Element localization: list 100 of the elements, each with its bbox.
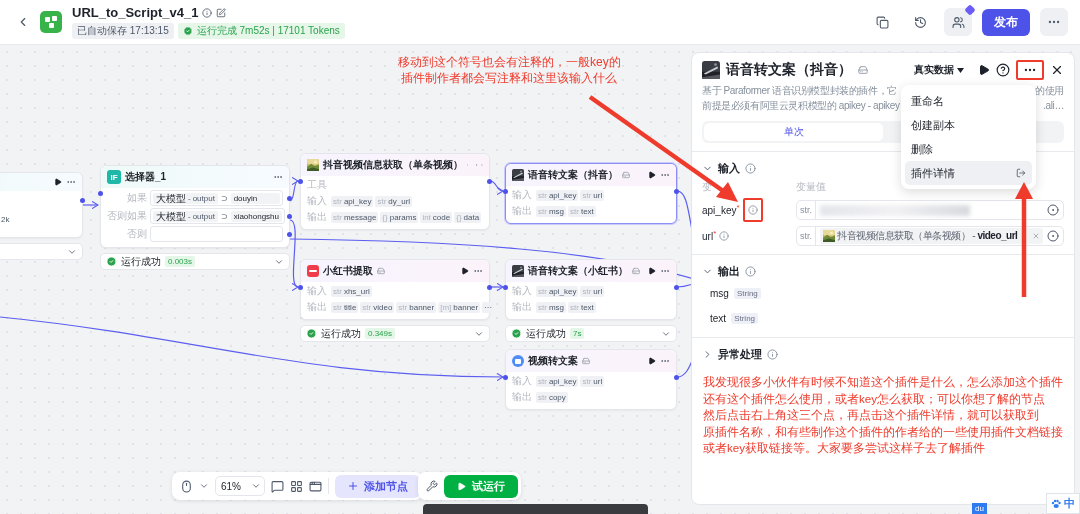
input-label: 输入 — [512, 188, 533, 202]
column-header: 变 — [702, 180, 713, 194]
duration-tag: 0.003s — [165, 256, 196, 267]
menu-item[interactable]: 重命名 — [905, 89, 1032, 113]
comment-icon[interactable] — [271, 479, 284, 493]
publish-button[interactable]: 发布 — [982, 8, 1030, 36]
connector-line — [82, 200, 99, 210]
port-dot[interactable] — [487, 285, 492, 290]
type-tag: String — [731, 313, 759, 324]
param-tag: str url — [580, 285, 605, 297]
add-node-button[interactable]: 添加节点 — [335, 474, 420, 498]
output-label: 输出 — [307, 210, 328, 224]
menu-item[interactable]: 删除 — [905, 137, 1032, 161]
info-icon[interactable] — [745, 266, 756, 277]
duration-tag: 0.349s — [365, 328, 396, 339]
param-tag: {} params — [380, 211, 419, 223]
info-icon[interactable] — [745, 163, 756, 174]
window-icon[interactable] — [309, 479, 322, 493]
menu-item[interactable]: 创建副本 — [905, 113, 1032, 137]
value-pill: xiaohongshu — [230, 210, 282, 222]
target-icon[interactable] — [1047, 230, 1059, 242]
port-dot[interactable] — [287, 196, 292, 201]
node-title: 选择器_1 — [125, 170, 167, 184]
panel-title: 语音转文案（抖音） — [726, 61, 852, 79]
caret-icon — [957, 67, 964, 73]
port-dot[interactable] — [298, 285, 303, 290]
port-dot[interactable] — [674, 189, 679, 194]
port-dot[interactable] — [298, 179, 303, 184]
status-text: 运行成功 — [526, 326, 566, 341]
copy-icon — [875, 15, 889, 29]
port-dot[interactable] — [80, 198, 85, 203]
condition-field[interactable] — [150, 226, 283, 242]
column-header: 变量值 — [796, 180, 827, 194]
mouse-icon[interactable] — [180, 479, 193, 493]
operator-text: ⊃ — [220, 193, 228, 203]
node-title: 小红书提取 — [323, 264, 373, 278]
zoom-select[interactable]: 61% — [215, 476, 265, 496]
chevron-down-icon[interactable] — [199, 481, 209, 491]
data-mode-select[interactable]: 真实数据 — [914, 63, 964, 77]
run-status-bar[interactable]: 运行成功 7s — [505, 325, 677, 342]
node-card[interactable]: 2k — [0, 172, 83, 238]
if-badge: IF — [107, 170, 121, 184]
target-icon[interactable] — [1047, 204, 1059, 216]
variable-pill: 大模型 - output — [153, 192, 218, 204]
run-status-bar[interactable]: 运行成功 0.003s — [100, 253, 290, 270]
port-dot[interactable] — [287, 232, 292, 237]
param-tag: {} data — [454, 211, 482, 223]
app-icon — [40, 11, 62, 33]
help-icon[interactable] — [996, 63, 1010, 77]
output-label: 输出 — [512, 300, 533, 314]
port-dot[interactable] — [674, 285, 679, 290]
port-dot[interactable] — [674, 375, 679, 380]
status-text: 运行成功 — [321, 326, 361, 341]
tab[interactable]: 单次 — [704, 123, 883, 141]
grid-icon[interactable] — [290, 479, 303, 493]
output-name: msg — [710, 288, 729, 299]
port-dot[interactable] — [503, 189, 508, 194]
section-title: 异常处理 — [718, 347, 762, 362]
info-icon[interactable] — [767, 349, 778, 360]
history-icon — [913, 15, 927, 29]
users-icon — [951, 15, 965, 29]
port-dot[interactable] — [503, 285, 508, 290]
param-tag: str dy_url — [375, 195, 413, 207]
info-icon[interactable] — [202, 7, 213, 18]
description-text: 的使用 — [1035, 84, 1064, 98]
node-title: 抖音视频信息获取（单条视频） — [323, 158, 463, 172]
plus-icon — [347, 480, 359, 492]
more-tag[interactable]: ··· — [482, 301, 495, 313]
port-dot[interactable] — [487, 179, 492, 184]
input-label: 输入 — [307, 284, 328, 298]
branch-label: 否则 — [126, 227, 147, 241]
description-text: .ali… — [1043, 99, 1064, 113]
value-field[interactable]: str. 抖音视频信息获取（单条视频） - video_url — [796, 226, 1064, 246]
check-icon — [182, 26, 193, 36]
type-tag: String — [733, 288, 761, 299]
run-status-bar[interactable]: 运行成功 0.349s — [300, 325, 490, 342]
edit-icon[interactable] — [216, 7, 227, 18]
app-badge[interactable]: du — [972, 503, 987, 514]
wrench-icon[interactable] — [426, 480, 438, 492]
workflow-title: URL_to_Script_v4_1 — [72, 5, 199, 20]
condition-field[interactable]: 大模型 - output ⊃ douyin — [150, 190, 283, 206]
node-text: 2k — [0, 214, 10, 226]
port-dot[interactable] — [503, 375, 508, 380]
menu-item[interactable]: 插件详情 — [905, 161, 1032, 185]
port-dot[interactable] — [98, 191, 103, 196]
variable-pill: 大模型 - output — [153, 210, 218, 222]
users-button[interactable] — [944, 8, 972, 36]
operator-text: ⊃ — [220, 211, 228, 221]
annotation-text: 移动到这个符号也会有注释的，一般key的 插件制作者都会写注释和这里该输入什么 — [398, 54, 621, 86]
ime-indicator[interactable]: 中 — [1046, 493, 1080, 514]
paw-icon — [1051, 498, 1061, 509]
close-icon[interactable] — [1050, 63, 1064, 77]
output-label: 输出 — [512, 204, 533, 218]
condition-field[interactable]: 大模型 - output ⊃ xiaohongshu — [150, 208, 285, 224]
chevron-down-icon — [251, 481, 261, 491]
value-field[interactable]: str. — [796, 200, 1064, 220]
variable-name: url$^{*}$ — [702, 229, 717, 243]
connector-line — [489, 180, 504, 195]
port-dot[interactable] — [287, 214, 292, 219]
node-card[interactable]: IF 选择器_1 如果 大模型 - output ⊃ douyin 否则如果 大模型 - output ⊃ xiaohongshu 否则 — [100, 165, 290, 248]
